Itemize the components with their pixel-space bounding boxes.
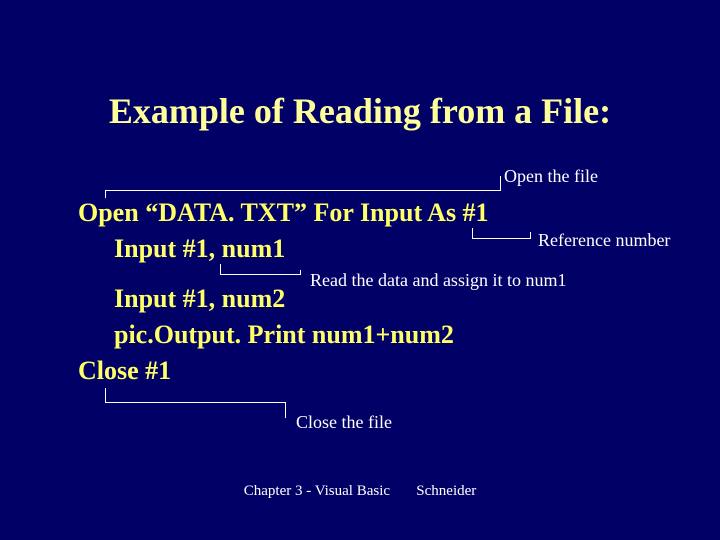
connector-read-horiz xyxy=(220,274,300,275)
slide-title: Example of Reading from a File: xyxy=(0,90,720,132)
code-line-input1: Input #1, num1 xyxy=(114,234,285,264)
connector-close-left-down xyxy=(105,388,106,402)
code-line-open: Open “DATA. TXT” For Input As #1 xyxy=(78,198,489,228)
keyword-open: Open xyxy=(78,198,139,227)
connector-ref-horiz xyxy=(472,238,530,239)
code-line-close: Close #1 xyxy=(78,356,171,386)
footer-chapter: Chapter 3 - Visual Basic xyxy=(244,483,390,499)
connector-read-right-up xyxy=(300,270,301,275)
connector-open-right-up xyxy=(500,176,501,191)
code-line-print: pic.Output. Print num1+num2 xyxy=(114,320,454,350)
connector-read-left-tick xyxy=(220,264,221,274)
code-line-input2: Input #1, num2 xyxy=(114,284,285,314)
annotation-read-assign: Read the data and assign it to num1 xyxy=(310,270,566,291)
annotation-close-file: Close the file xyxy=(296,412,392,433)
code-open-rest: “DATA. TXT” For Input As #1 xyxy=(139,198,489,227)
connector-ref-left-tick xyxy=(472,228,473,238)
slide: Example of Reading from a File: Open the… xyxy=(0,0,720,540)
connector-close-horiz xyxy=(105,402,285,403)
connector-open-top xyxy=(105,190,500,191)
footer-author: Schneider xyxy=(416,483,476,499)
connector-close-right-down xyxy=(285,402,286,418)
connector-ref-right-up xyxy=(530,232,531,239)
slide-footer: Chapter 3 - Visual Basic Schneider xyxy=(0,483,720,500)
annotation-reference-number: Reference number xyxy=(538,230,670,251)
annotation-open-file: Open the file xyxy=(504,166,598,187)
connector-open-left-tick xyxy=(105,190,106,198)
